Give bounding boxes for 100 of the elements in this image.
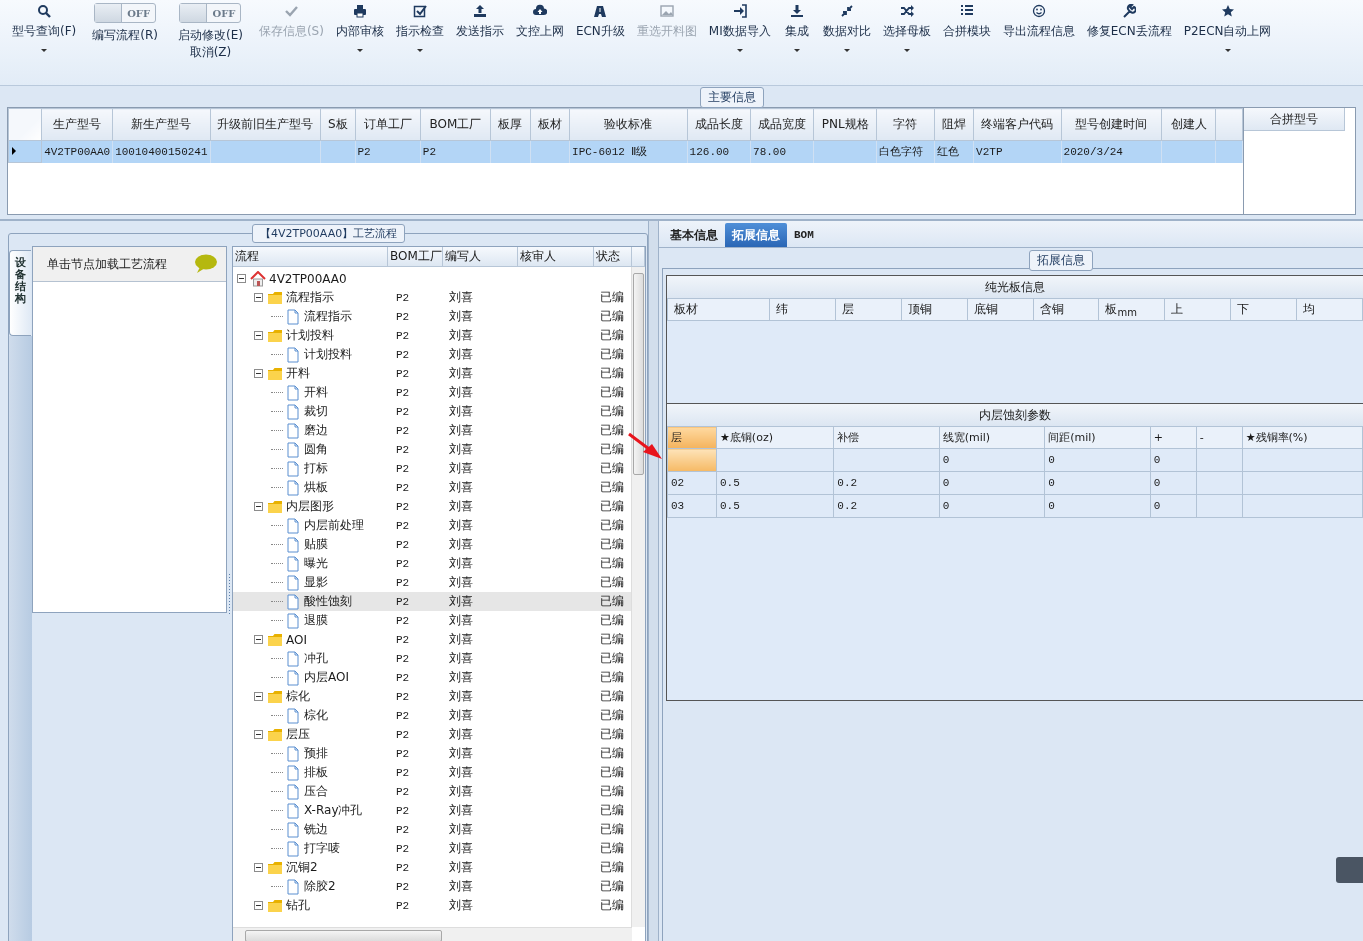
collapse-icon[interactable]: [254, 331, 263, 340]
tree-row[interactable]: 酸性蚀刻 P2 刘喜 已编: [233, 592, 632, 611]
toolbar-button[interactable]: MI数据导入: [702, 3, 777, 52]
column-header[interactable]: 补偿: [833, 426, 940, 449]
column-header[interactable]: 顶铜: [901, 298, 968, 321]
tree-row[interactable]: 排板 P2 刘喜 已编: [233, 763, 632, 782]
tree-row[interactable]: 铣边 P2 刘喜 已编: [233, 820, 632, 839]
column-header[interactable]: 板厚: [490, 108, 531, 141]
toolbar-button[interactable]: 发送指示: [449, 3, 510, 39]
tree-row[interactable]: 4V2TP00AA0: [233, 269, 632, 288]
column-header[interactable]: 升级前旧生产型号: [210, 108, 321, 141]
tree-row[interactable]: X-Ray冲孔 P2 刘喜 已编: [233, 801, 632, 820]
column-header[interactable]: 型号创建时间: [1061, 108, 1162, 141]
column-header[interactable]: 流程: [233, 247, 388, 266]
collapse-icon[interactable]: [254, 692, 263, 701]
tree-row[interactable]: 打字唛 P2 刘喜 已编: [233, 839, 632, 858]
tree-row[interactable]: 打标 P2 刘喜 已编: [233, 459, 632, 478]
toggle-switch[interactable]: OFF: [94, 3, 157, 23]
tree-row[interactable]: 退膜 P2 刘喜 已编: [233, 611, 632, 630]
tree-row[interactable]: 开料 P2 刘喜 已编: [233, 383, 632, 402]
column-header[interactable]: 验收标准: [569, 108, 688, 141]
column-header[interactable]: 含铜: [1033, 298, 1099, 321]
tree-row[interactable]: 棕化 P2 刘喜 已编: [233, 706, 632, 725]
column-header[interactable]: 上: [1164, 298, 1231, 321]
collapse-icon[interactable]: [254, 369, 263, 378]
column-header[interactable]: 阻焊: [934, 108, 974, 141]
tree-row[interactable]: 计划投料 P2 刘喜 已编: [233, 345, 632, 364]
column-header[interactable]: 编写人: [443, 247, 518, 266]
column-header[interactable]: 纬: [769, 298, 836, 321]
tree-row[interactable]: 裁切 P2 刘喜 已编: [233, 402, 632, 421]
tree-row[interactable]: 除胶2 P2 刘喜 已编: [233, 877, 632, 896]
tree-row[interactable]: 内层图形 P2 刘喜 已编: [233, 497, 632, 516]
column-header[interactable]: 成品宽度: [750, 108, 814, 141]
scrollbar[interactable]: [233, 927, 632, 941]
tab[interactable]: 基本信息: [663, 223, 725, 247]
tree-row[interactable]: 沉铜2 P2 刘喜 已编: [233, 858, 632, 877]
toggle-switch[interactable]: OFF: [179, 3, 242, 23]
column-header[interactable]: 线宽(mil): [939, 426, 1045, 449]
toolbar-button[interactable]: 选择母板: [876, 3, 937, 52]
tree-row[interactable]: 磨边 P2 刘喜 已编: [233, 421, 632, 440]
tree-row[interactable]: 内层前处理 P2 刘喜 已编: [233, 516, 632, 535]
tree-row[interactable]: 烘板 P2 刘喜 已编: [233, 478, 632, 497]
toolbar-button[interactable]: 型号查询(F): [6, 3, 83, 52]
column-header[interactable]: -: [1196, 426, 1243, 449]
column-header[interactable]: +: [1150, 426, 1197, 449]
column-header[interactable]: PNL规格: [814, 108, 877, 141]
tree-row[interactable]: 预排 P2 刘喜 已编: [233, 744, 632, 763]
collapse-icon[interactable]: [237, 274, 246, 283]
collapse-icon[interactable]: [254, 730, 263, 739]
collapse-icon[interactable]: [254, 901, 263, 910]
collapse-icon[interactable]: [254, 863, 263, 872]
column-header[interactable]: BOM工厂: [388, 247, 443, 266]
tree-row[interactable]: 钻孔 P2 刘喜 已编: [233, 896, 632, 915]
column-header[interactable]: 生产型号: [41, 108, 113, 141]
toolbar-button[interactable]: 修复ECN丢流程: [1080, 3, 1178, 39]
toolbar-button[interactable]: 合拼模块: [936, 3, 997, 39]
scrollbar[interactable]: [631, 267, 645, 927]
toolbar-button[interactable]: 内部审核: [329, 3, 390, 52]
tab[interactable]: BOM: [787, 223, 821, 247]
toolbar-button[interactable]: ECN升级: [569, 3, 631, 39]
column-header[interactable]: 字符: [876, 108, 935, 141]
column-header[interactable]: 层: [835, 298, 902, 321]
column-header[interactable]: 下: [1230, 298, 1297, 321]
column-header[interactable]: 底铜: [967, 298, 1034, 321]
tree-row[interactable]: 流程指示 P2 刘喜 已编: [233, 307, 632, 326]
column-header[interactable]: 订单工厂: [355, 108, 421, 141]
column-header[interactable]: 核审人: [518, 247, 594, 266]
column-header[interactable]: 新生产型号: [112, 108, 211, 141]
toolbar-button[interactable]: 数据对比: [816, 3, 877, 52]
tree-row[interactable]: AOI P2 刘喜 已编: [233, 630, 632, 649]
tree-row[interactable]: 显影 P2 刘喜 已编: [233, 573, 632, 592]
tree-row[interactable]: 层压 P2 刘喜 已编: [233, 725, 632, 744]
tree-row[interactable]: 冲孔 P2 刘喜 已编: [233, 649, 632, 668]
column-header[interactable]: 板材: [530, 108, 570, 141]
tree-row[interactable]: 圆角 P2 刘喜 已编: [233, 440, 632, 459]
toolbar-button[interactable]: 指示检查: [389, 3, 450, 52]
row-header[interactable]: [8, 140, 42, 163]
tree-row[interactable]: 内层AOI P2 刘喜 已编: [233, 668, 632, 687]
column-header[interactable]: 成品长度: [687, 108, 751, 141]
column-header[interactable]: 板材: [667, 298, 770, 321]
toolbar-button[interactable]: 文控上网: [509, 3, 570, 39]
tab[interactable]: 拓展信息: [725, 223, 787, 247]
tree-row[interactable]: 贴膜 P2 刘喜 已编: [233, 535, 632, 554]
row-header[interactable]: 02: [667, 471, 717, 495]
column-header[interactable]: 合拼型号: [1244, 108, 1346, 131]
collapse-icon[interactable]: [254, 635, 263, 644]
column-header[interactable]: 层: [667, 426, 717, 449]
column-header[interactable]: ★残铜率(%): [1242, 426, 1363, 449]
toolbar-button[interactable]: 导出流程信息: [996, 3, 1081, 39]
tree-row[interactable]: 压合 P2 刘喜 已编: [233, 782, 632, 801]
side-tab[interactable]: 设备结构: [9, 250, 31, 336]
column-header[interactable]: 终端客户代码: [973, 108, 1062, 141]
column-header[interactable]: 创建人: [1161, 108, 1216, 141]
tree-row[interactable]: 棕化 P2 刘喜 已编: [233, 687, 632, 706]
column-header[interactable]: ★底铜(oz): [716, 426, 834, 449]
collapse-icon[interactable]: [254, 502, 263, 511]
column-header[interactable]: 板$_{mm}$: [1098, 298, 1165, 321]
tree-row[interactable]: 开料 P2 刘喜 已编: [233, 364, 632, 383]
toolbar-button[interactable]: P2ECN自动上网: [1177, 3, 1278, 52]
column-header[interactable]: BOM工厂: [420, 108, 491, 141]
